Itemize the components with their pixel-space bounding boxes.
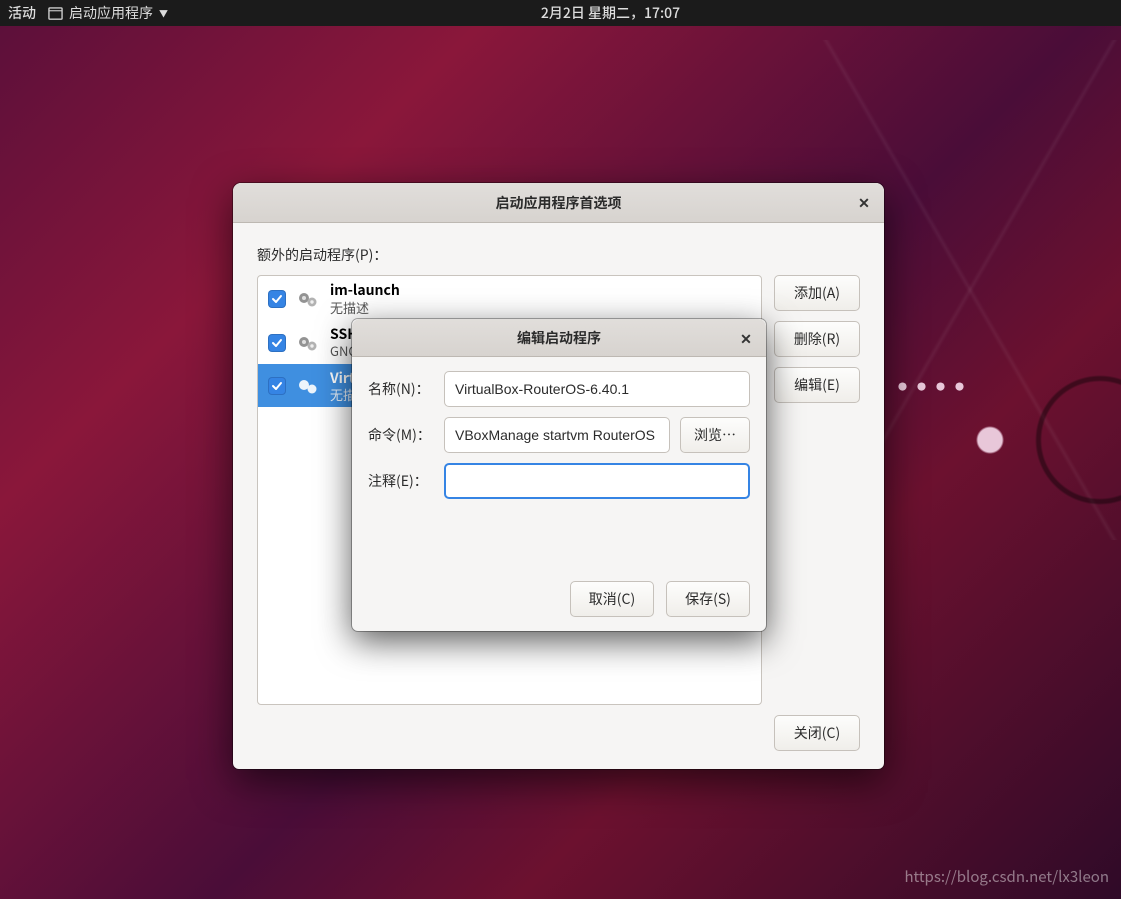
- list-item-title: im-launch: [330, 282, 400, 300]
- app-menu-label: 启动应用程序: [69, 3, 153, 23]
- add-button[interactable]: 添加(A): [774, 275, 860, 311]
- gear-icon: [296, 332, 320, 354]
- app-menu-button[interactable]: 启动应用程序 ▼: [48, 3, 168, 23]
- window-titlebar: 启动应用程序首选项 ✕: [233, 183, 884, 223]
- desktop: ● ● ● ● 活动 启动应用程序 ▼ 2月2日 星期二，17:07 启动应用程…: [0, 0, 1121, 899]
- check-icon: [271, 380, 283, 392]
- clock: 2月2日 星期二，17:07: [541, 3, 680, 23]
- cancel-button[interactable]: 取消(C): [570, 581, 654, 617]
- dialog-close-button[interactable]: ✕: [734, 327, 758, 351]
- gear-icon: [296, 288, 320, 310]
- watermark: https://blog.csdn.net/lx3leon: [904, 866, 1109, 887]
- checkbox[interactable]: [268, 334, 286, 352]
- list-item-subtitle: 无描述: [330, 300, 400, 316]
- close-icon: ✕: [740, 329, 752, 349]
- dropdown-caret-icon: ▼: [159, 7, 168, 20]
- checkbox[interactable]: [268, 290, 286, 308]
- check-icon: [271, 293, 283, 305]
- remove-button[interactable]: 删除(R): [774, 321, 860, 357]
- activities-button[interactable]: 活动: [8, 3, 36, 23]
- close-button[interactable]: 关闭(C): [774, 715, 860, 751]
- edit-button[interactable]: 编辑(E): [774, 367, 860, 403]
- dialog-titlebar: 编辑启动程序 ✕: [352, 319, 766, 357]
- window-close-button[interactable]: ✕: [852, 191, 876, 215]
- top-bar: 活动 启动应用程序 ▼ 2月2日 星期二，17:07: [0, 0, 1121, 26]
- wallpaper-dots: ● ● ● ●: [898, 380, 968, 393]
- comment-field[interactable]: [444, 463, 750, 499]
- app-menu-icon: [48, 7, 63, 20]
- save-button[interactable]: 保存(S): [666, 581, 750, 617]
- browse-button[interactable]: 浏览…: [680, 417, 750, 453]
- name-field[interactable]: [444, 371, 750, 407]
- section-label: 额外的启动程序(P)：: [257, 245, 860, 265]
- command-field[interactable]: [444, 417, 670, 453]
- name-label: 名称(N)：: [368, 379, 434, 399]
- dialog-title: 编辑启动程序: [517, 328, 601, 348]
- gear-icon: [296, 375, 320, 397]
- edit-startup-dialog: 编辑启动程序 ✕ 名称(N)： 命令(M)： 浏览… 注释(E)： 取消(C) …: [352, 319, 766, 631]
- close-icon: ✕: [858, 193, 870, 213]
- command-label: 命令(M)：: [368, 425, 434, 445]
- check-icon: [271, 337, 283, 349]
- window-title: 启动应用程序首选项: [496, 193, 622, 213]
- checkbox[interactable]: [268, 377, 286, 395]
- list-item[interactable]: im-launch 无描述: [258, 276, 761, 320]
- comment-label: 注释(E)：: [368, 471, 434, 491]
